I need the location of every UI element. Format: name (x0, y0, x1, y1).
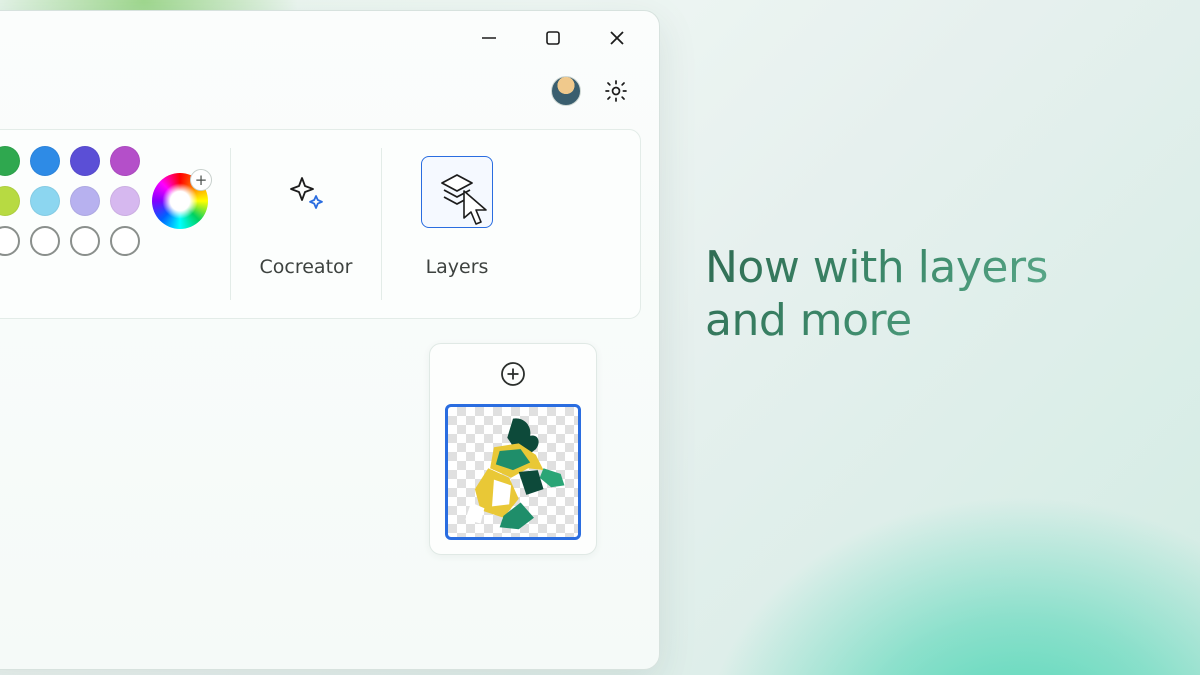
color-swatch-empty[interactable] (30, 226, 60, 256)
layers-label: Layers (426, 256, 489, 278)
color-palette-group: + (0, 130, 230, 318)
layer-artwork-icon (452, 411, 574, 533)
headline-line-1: Now with layers (705, 242, 1048, 293)
color-swatch-empty[interactable] (110, 226, 140, 256)
maximize-button[interactable] (539, 24, 567, 52)
cocreator-label: Cocreator (260, 256, 353, 278)
plus-circle-icon (499, 360, 527, 388)
layers-panel (429, 343, 597, 555)
color-swatch[interactable] (30, 186, 60, 216)
color-swatch[interactable] (30, 146, 60, 176)
cocreator-button[interactable] (270, 156, 342, 228)
color-swatch[interactable] (0, 146, 20, 176)
color-swatch-empty[interactable] (70, 226, 100, 256)
marketing-headline: Now with layers and more (705, 242, 1165, 348)
layer-thumbnail-selected[interactable] (445, 404, 581, 540)
titlebar (0, 11, 659, 65)
color-swatch[interactable] (110, 146, 140, 176)
add-color-badge: + (190, 169, 212, 191)
user-avatar[interactable] (551, 76, 581, 106)
maximize-icon (544, 29, 562, 47)
color-swatch-empty[interactable] (0, 226, 20, 256)
promo-stage: + Cocreator (0, 0, 1200, 675)
layers-button[interactable] (421, 156, 493, 228)
gear-icon (603, 78, 629, 104)
layers-group[interactable]: Layers (382, 130, 532, 318)
cocreator-group[interactable]: Cocreator (231, 130, 381, 318)
color-swatches (0, 146, 140, 256)
color-swatch[interactable] (70, 146, 100, 176)
minimize-button[interactable] (475, 24, 503, 52)
sparkle-icon (284, 170, 328, 214)
close-button[interactable] (603, 24, 631, 52)
headline-line-2: and more (705, 295, 912, 346)
header-actions (0, 65, 659, 117)
color-swatch[interactable] (110, 186, 140, 216)
app-window: + Cocreator (0, 10, 660, 670)
close-icon (607, 28, 627, 48)
ribbon: + Cocreator (0, 129, 641, 319)
color-swatch[interactable] (70, 186, 100, 216)
color-swatch[interactable] (0, 186, 20, 216)
minimize-icon (479, 28, 499, 48)
add-layer-button[interactable] (493, 354, 533, 394)
settings-button[interactable] (601, 76, 631, 106)
color-picker[interactable]: + (152, 173, 208, 229)
layers-icon (434, 169, 480, 215)
